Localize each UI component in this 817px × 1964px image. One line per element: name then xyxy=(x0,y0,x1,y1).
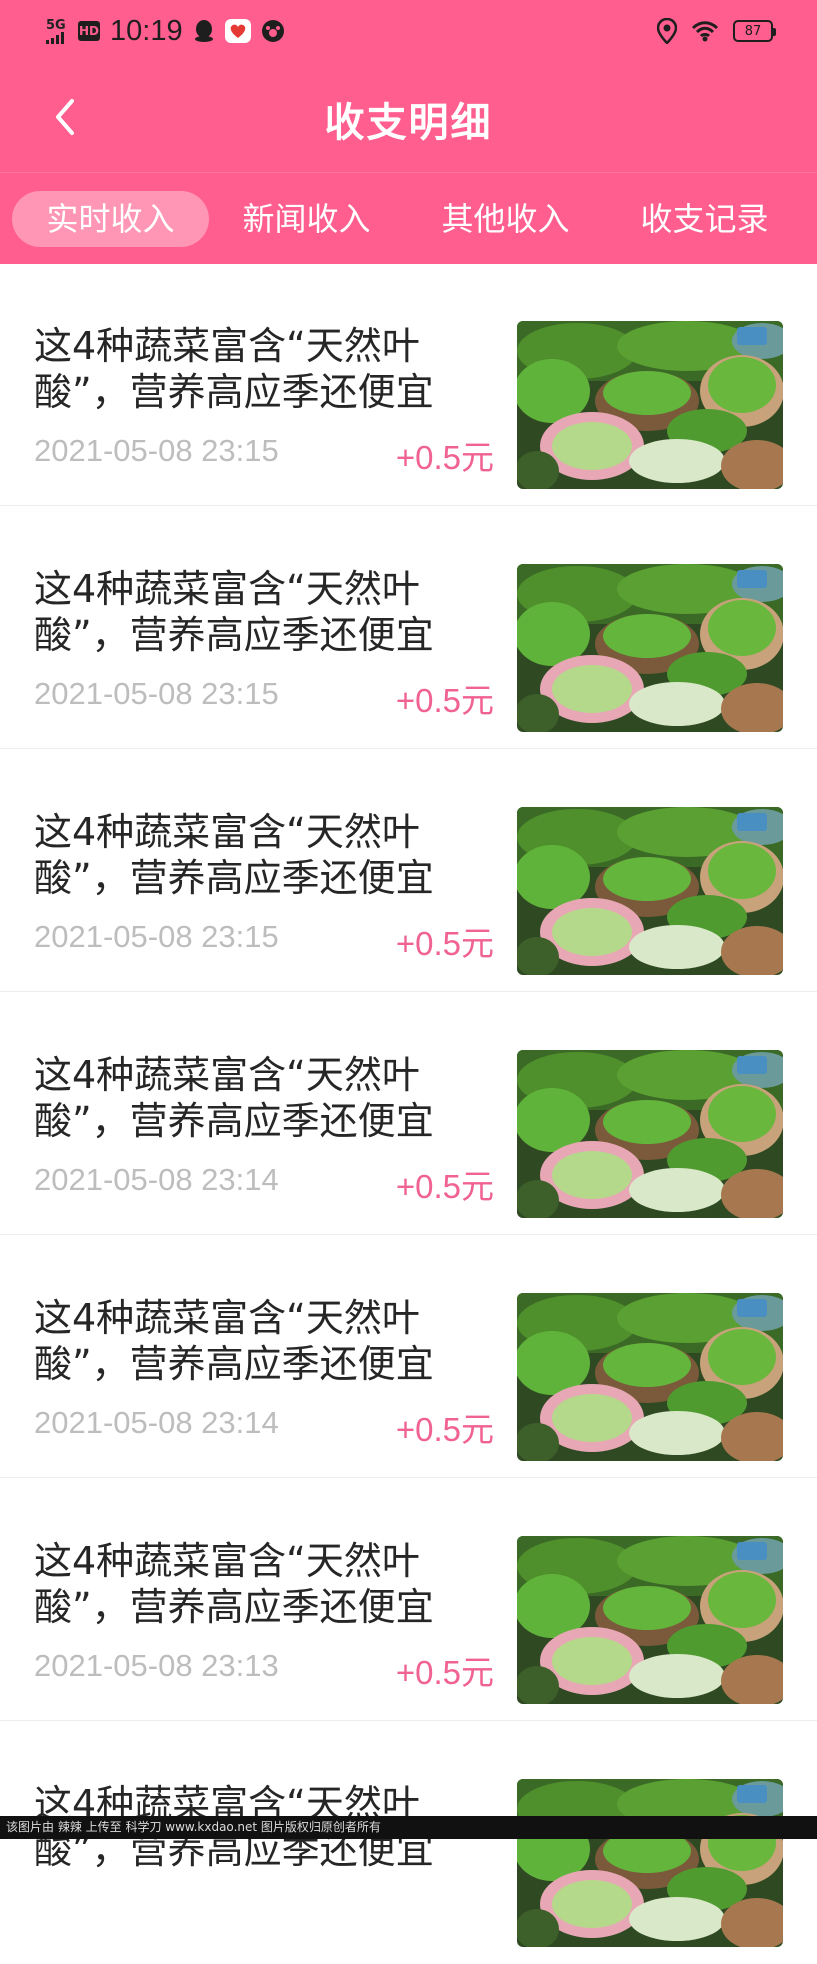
signal-icon xyxy=(46,31,64,44)
list-item[interactable]: 这4种蔬菜富含“天然叶酸”，营养高应季还便宜 2021-05-08 23:14 … xyxy=(0,992,817,1235)
signal-group: 5G xyxy=(46,19,68,44)
item-thumbnail xyxy=(517,564,783,732)
clock: 10:19 xyxy=(110,14,183,47)
tab-other-income[interactable]: 其他收入 xyxy=(407,191,604,247)
item-title: 这4种蔬菜富含“天然叶酸”，营养高应季还便宜 xyxy=(34,1296,434,1386)
item-amount: +0.5元 xyxy=(395,682,494,719)
item-thumbnail xyxy=(517,1050,783,1218)
item-thumbnail xyxy=(517,1536,783,1704)
item-title: 这4种蔬菜富含“天然叶酸”，营养高应季还便宜 xyxy=(34,324,434,414)
tab-bar: 实时收入 新闻收入 其他收入 收支记录 xyxy=(0,172,817,264)
status-left: 5G HD 10:19 xyxy=(46,14,285,48)
network-type: 5G xyxy=(46,17,66,33)
item-date: 2021-05-08 23:15 xyxy=(34,433,279,468)
watermark-bar: 该图片由 辣辣 上传至 科学刀 www.kxdao.net 图片版权归原创者所有 xyxy=(0,1816,817,1839)
item-date: 2021-05-08 23:15 xyxy=(34,919,279,954)
item-title: 这4种蔬菜富含“天然叶酸”，营养高应季还便宜 xyxy=(34,1053,434,1143)
hd-badge: HD xyxy=(78,21,100,41)
wifi-icon xyxy=(691,21,719,42)
list-item[interactable]: 这4种蔬菜富含“天然叶酸”，营养高应季还便宜 2021-05-08 23:15 … xyxy=(0,263,817,506)
item-date: 2021-05-08 23:14 xyxy=(34,1405,279,1440)
item-thumbnail xyxy=(517,321,783,489)
list-item[interactable]: 这4种蔬菜富含“天然叶酸”，营养高应季还便宜 2021-05-08 23:15 … xyxy=(0,749,817,992)
paw-icon xyxy=(261,20,284,42)
item-amount: +0.5元 xyxy=(395,1411,494,1448)
item-title: 这4种蔬菜富含“天然叶酸”，营养高应季还便宜 xyxy=(34,810,434,900)
item-thumbnail xyxy=(517,1293,783,1461)
item-date: 2021-05-08 23:14 xyxy=(34,1162,279,1197)
list-item[interactable]: 这4种蔬菜富含“天然叶酸”，营养高应季还便宜 2021-05-08 23:13 … xyxy=(0,1478,817,1721)
item-title: 这4种蔬菜富含“天然叶酸”，营养高应季还便宜 xyxy=(34,567,434,657)
item-thumbnail xyxy=(517,807,783,975)
item-amount: +0.5元 xyxy=(395,925,494,962)
status-bar: 5G HD 10:19 87 xyxy=(0,0,817,62)
qq-icon xyxy=(194,20,213,42)
item-date: 2021-05-08 23:13 xyxy=(34,1648,279,1683)
item-amount: +0.5元 xyxy=(395,439,494,476)
list-item[interactable]: 这4种蔬菜富含“天然叶酸”，营养高应季还便宜 2021-05-08 23:14 … xyxy=(0,1235,817,1478)
list-item[interactable]: 这4种蔬菜富含“天然叶酸”，营养高应季还便宜 2021-05-08 23:15 … xyxy=(0,506,817,749)
battery-indicator: 87 xyxy=(733,20,776,42)
tab-transaction-records[interactable]: 收支记录 xyxy=(606,191,803,247)
item-thumbnail xyxy=(517,1779,783,1947)
app-icon xyxy=(224,19,251,43)
location-icon xyxy=(657,18,677,44)
item-date: 2021-05-08 23:15 xyxy=(34,676,279,711)
tab-news-income[interactable]: 新闻收入 xyxy=(208,191,405,247)
header: 收支明细 xyxy=(0,62,817,172)
item-amount: +0.5元 xyxy=(395,1168,494,1205)
status-right: 87 xyxy=(657,16,776,46)
list-item[interactable]: 这4种蔬菜富含“天然叶酸”，营养高应季还便宜 xyxy=(0,1721,817,1964)
page-title: 收支明细 xyxy=(324,100,493,146)
tab-realtime-income[interactable]: 实时收入 xyxy=(12,191,209,247)
battery-level: 87 xyxy=(744,23,762,39)
item-amount: +0.5元 xyxy=(395,1654,494,1691)
item-title: 这4种蔬菜富含“天然叶酸”，营养高应季还便宜 xyxy=(34,1539,434,1629)
